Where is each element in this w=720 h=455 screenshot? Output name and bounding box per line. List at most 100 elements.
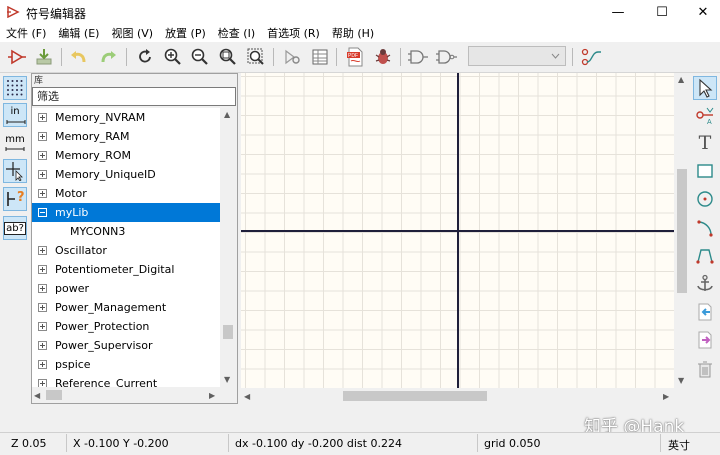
scroll-thumb[interactable] — [223, 325, 233, 339]
zoom-fit-icon[interactable] — [217, 46, 239, 68]
zoom-selection-icon[interactable] — [245, 46, 267, 68]
add-pin-button[interactable]: A — [693, 103, 717, 127]
add-text-icon: T — [698, 132, 712, 154]
scroll-down-icon[interactable]: ▼ — [224, 375, 230, 384]
library-item[interactable]: Memory_NVRAM — [32, 108, 220, 127]
library-item[interactable]: Memory_ROM — [32, 146, 220, 165]
expand-icon[interactable] — [38, 379, 47, 387]
inch-units-button[interactable]: in — [3, 103, 27, 127]
delete-tool-button[interactable] — [693, 357, 717, 381]
export-pdf-icon[interactable]: PDF — [344, 46, 366, 68]
minimize-button[interactable]: — — [601, 0, 635, 24]
scroll-right-icon[interactable]: ▶ — [209, 391, 215, 400]
expand-icon[interactable] — [38, 113, 47, 122]
grid-toggle-button[interactable] — [3, 76, 27, 100]
run-erc-icon[interactable] — [372, 46, 394, 68]
select-tool-button[interactable] — [693, 76, 717, 100]
expand-icon[interactable] — [38, 151, 47, 160]
add-polyline-button[interactable] — [693, 244, 717, 268]
pin-table-icon[interactable] — [309, 46, 331, 68]
expand-icon[interactable] — [38, 322, 47, 331]
expand-icon[interactable] — [38, 284, 47, 293]
export-graphics-button[interactable] — [693, 328, 717, 352]
save-icon[interactable] — [33, 46, 55, 68]
measure-arrow-icon — [5, 147, 25, 151]
scroll-up-icon[interactable]: ▲ — [224, 110, 230, 119]
undo-icon[interactable] — [68, 46, 90, 68]
symbol-canvas[interactable] — [241, 73, 674, 388]
redo-icon[interactable] — [97, 46, 119, 68]
zoom-in-icon[interactable] — [162, 46, 184, 68]
maximize-button[interactable]: ☐ — [645, 0, 679, 24]
expand-icon[interactable] — [38, 132, 47, 141]
menu-file[interactable]: 文件 (F) — [0, 25, 52, 41]
expand-icon[interactable] — [38, 303, 47, 312]
library-item[interactable]: Memory_UniqueID — [32, 165, 220, 184]
show-pin-type-button[interactable]: ? — [3, 187, 27, 211]
library-item[interactable]: Reference_Current — [32, 374, 220, 387]
de-morgan-standard-icon[interactable] — [407, 46, 429, 68]
mm-units-button[interactable]: mm — [3, 131, 27, 155]
menu-place[interactable]: 放置 (P) — [159, 25, 212, 41]
add-arc-icon — [697, 220, 713, 237]
add-text-button[interactable]: T — [693, 131, 717, 155]
anchor-button[interactable] — [693, 272, 717, 296]
library-item[interactable]: power — [32, 279, 220, 298]
expand-icon[interactable] — [38, 246, 47, 255]
show-hidden-pins-button[interactable]: ab? — [3, 216, 27, 240]
scroll-thumb[interactable] — [677, 169, 687, 293]
close-button[interactable]: ✕ — [686, 0, 720, 24]
full-crosshair-button[interactable] — [3, 159, 27, 183]
menu-inspect[interactable]: 检查 (I) — [212, 25, 261, 41]
library-filter-input[interactable] — [32, 87, 236, 106]
library-item[interactable]: Power_Protection — [32, 317, 220, 336]
zoom-out-icon[interactable] — [189, 46, 211, 68]
add-rectangle-button[interactable] — [693, 159, 717, 183]
library-item[interactable]: Oscillator — [32, 241, 220, 260]
canvas-vertical-scrollbar[interactable]: ▲ ▼ — [674, 73, 690, 388]
scroll-left-icon[interactable]: ◀ — [244, 392, 250, 401]
library-item-selected[interactable]: myLib — [32, 203, 220, 222]
de-morgan-alternate-icon[interactable] — [435, 46, 457, 68]
expand-icon[interactable] — [38, 341, 47, 350]
scroll-up-icon[interactable]: ▲ — [678, 75, 684, 84]
pin-type-label: ? — [17, 190, 25, 205]
library-item[interactable]: Potentiometer_Digital — [32, 260, 220, 279]
expand-icon[interactable] — [38, 360, 47, 369]
search-library-icon[interactable] — [580, 46, 602, 68]
symbol-item[interactable]: MYCONN3 — [32, 222, 220, 241]
canvas-horizontal-scrollbar[interactable]: ◀ ▶ — [241, 388, 674, 404]
scroll-thumb[interactable] — [46, 390, 62, 400]
expand-icon[interactable] — [38, 265, 47, 274]
refresh-icon[interactable] — [134, 46, 156, 68]
add-circle-button[interactable] — [693, 187, 717, 211]
import-graphics-button[interactable] — [693, 300, 717, 324]
add-circle-icon — [697, 191, 713, 207]
library-item[interactable]: Power_Management — [32, 298, 220, 317]
menu-preferences[interactable]: 首选项 (R) — [261, 25, 326, 41]
expand-icon[interactable] — [38, 170, 47, 179]
unit-selector[interactable] — [468, 46, 566, 66]
menu-edit[interactable]: 编辑 (E) — [52, 25, 105, 41]
status-cursor-position: X -0.100 Y -0.200 — [73, 437, 169, 450]
library-item[interactable]: pspice — [32, 355, 220, 374]
measure-arrow-icon — [6, 120, 26, 124]
menu-view[interactable]: 视图 (V) — [105, 25, 159, 41]
scroll-down-icon[interactable]: ▼ — [678, 376, 684, 385]
library-item[interactable]: Motor — [32, 184, 220, 203]
menu-help[interactable]: 帮助 (H) — [326, 25, 380, 41]
library-item[interactable]: Memory_RAM — [32, 127, 220, 146]
scroll-right-icon[interactable]: ▶ — [663, 392, 669, 401]
symbol-properties-icon[interactable] — [281, 46, 303, 68]
library-horizontal-scrollbar[interactable]: ◀ ▶ — [32, 387, 220, 403]
scroll-left-icon[interactable]: ◀ — [34, 391, 40, 400]
collapse-icon[interactable] — [38, 208, 47, 217]
crosshair-cursor-icon — [6, 162, 23, 181]
library-item[interactable]: Power_Supervisor — [32, 336, 220, 355]
new-symbol-icon[interactable] — [6, 46, 28, 68]
library-vertical-scrollbar[interactable]: ▲ ▼ — [220, 108, 236, 387]
add-arc-button[interactable] — [693, 216, 717, 240]
scroll-thumb[interactable] — [343, 391, 487, 401]
library-panel-caption: 库 — [34, 76, 44, 86]
expand-icon[interactable] — [38, 189, 47, 198]
